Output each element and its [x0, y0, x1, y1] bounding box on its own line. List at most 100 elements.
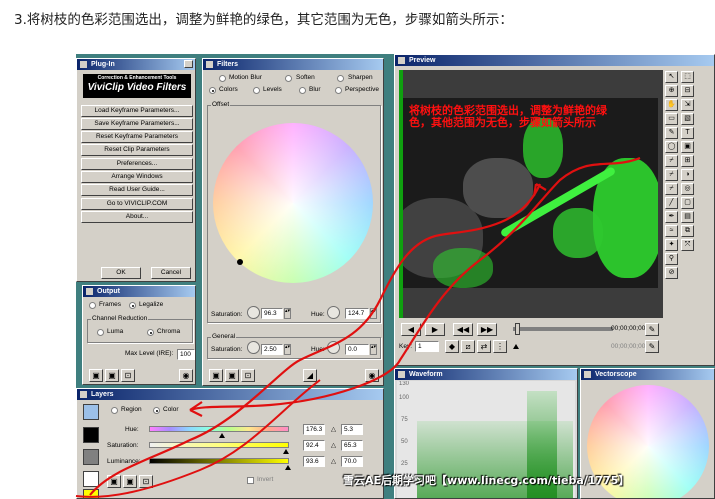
- tab-soften-radio[interactable]: [285, 75, 292, 82]
- paste-icon[interactable]: ⊡: [241, 369, 255, 382]
- legalize-tab[interactable]: Legalize: [139, 301, 163, 308]
- luminance-value-field[interactable]: 93.6: [303, 456, 325, 467]
- zoom-tool-icon[interactable]: ⊕: [665, 85, 678, 97]
- save-icon[interactable]: ▣: [209, 369, 223, 382]
- hue-slider[interactable]: [149, 426, 289, 432]
- tab-sharpen-radio[interactable]: [337, 75, 344, 82]
- layer-swatch-2[interactable]: [83, 427, 99, 443]
- about-button[interactable]: About...: [81, 211, 193, 223]
- chroma-radio[interactable]: [147, 329, 154, 336]
- tab-perspective-radio[interactable]: [335, 87, 342, 94]
- luminance-slider[interactable]: [149, 458, 289, 464]
- luminance-range-field[interactable]: 70.0: [341, 456, 363, 467]
- eyedropper-tool-icon[interactable]: ⌿: [665, 155, 678, 167]
- hue-spinner[interactable]: ▴▾: [370, 308, 377, 319]
- saturation-value-field[interactable]: 92.4: [303, 440, 325, 451]
- fill-tool-icon[interactable]: ▤: [681, 211, 694, 223]
- rewind-button[interactable]: ◀◀: [453, 323, 473, 336]
- play-button[interactable]: ▶: [425, 323, 445, 336]
- preview-viewer[interactable]: 将树枝的色彩范围选出，调整为鲜艳的绿色，其他范围为无色，步骤如箭头所示: [403, 98, 658, 288]
- brush-tool-icon[interactable]: ✎: [665, 127, 678, 139]
- key-select[interactable]: 1: [415, 341, 439, 352]
- tab-motion-blur-radio[interactable]: [219, 75, 226, 82]
- tab-perspective[interactable]: Perspective: [345, 86, 379, 93]
- paste-icon[interactable]: ⊡: [121, 369, 135, 382]
- paste-icon[interactable]: ⊡: [139, 475, 153, 488]
- general-hue-knob[interactable]: [327, 341, 340, 354]
- luminance-slider-handle[interactable]: [285, 465, 291, 470]
- general-hue-spinner[interactable]: ▴▾: [370, 344, 377, 355]
- invert-checkbox[interactable]: [247, 477, 254, 484]
- dodge-tool-icon[interactable]: ◑: [681, 169, 694, 181]
- saturation-slider[interactable]: [149, 442, 289, 448]
- tab-colors-radio[interactable]: [209, 87, 216, 94]
- hue-value-field[interactable]: 176.3: [303, 424, 325, 435]
- general-saturation-field[interactable]: 2.50: [261, 344, 283, 355]
- region-mode-radio[interactable]: [111, 407, 118, 414]
- open-icon[interactable]: ▣: [225, 369, 239, 382]
- eyedropper-minus-icon[interactable]: ⌿: [665, 183, 678, 195]
- select-tool-icon[interactable]: ⬚: [681, 71, 694, 83]
- open-icon[interactable]: ▣: [105, 369, 119, 382]
- keyframe-swap-icon[interactable]: ⇄: [477, 340, 491, 353]
- color-mode-label[interactable]: Color: [163, 406, 179, 413]
- general-hue-field[interactable]: 0.0: [345, 344, 369, 355]
- keyframe-add-icon[interactable]: ◆: [445, 340, 459, 353]
- open-icon[interactable]: ▣: [123, 475, 137, 488]
- wand-tool-icon[interactable]: ✦: [665, 239, 678, 251]
- eyedropper-plus-icon[interactable]: ⌿: [665, 169, 678, 181]
- saturation-knob[interactable]: [247, 306, 260, 319]
- color-mode-radio[interactable]: [153, 407, 160, 414]
- keyframe-marker[interactable]: [513, 344, 519, 349]
- eye-icon[interactable]: ◉: [179, 369, 193, 382]
- measure-tool-icon[interactable]: ⊘: [665, 267, 678, 279]
- arrow-tool-icon[interactable]: ↖: [665, 71, 678, 83]
- saturation-range-field[interactable]: 65.3: [341, 440, 363, 451]
- legalize-tab-radio[interactable]: [129, 302, 136, 309]
- transform-tool-icon[interactable]: ⤧: [681, 239, 694, 251]
- line-tool-icon[interactable]: ╱: [665, 197, 678, 209]
- ellipse-tool-icon[interactable]: ◎: [681, 183, 694, 195]
- curve-icon[interactable]: ◢: [303, 369, 317, 382]
- eye-icon[interactable]: ◉: [365, 369, 379, 382]
- hand-tool-icon[interactable]: ✋: [665, 99, 678, 111]
- frames-tab[interactable]: Frames: [99, 301, 121, 308]
- keyframe-link-icon[interactable]: ⧄: [461, 340, 475, 353]
- tab-colors[interactable]: Colors: [219, 86, 238, 93]
- saturation-field[interactable]: 96.3: [261, 308, 283, 319]
- text-tool-icon[interactable]: T: [681, 127, 694, 139]
- cancel-button[interactable]: Cancel: [151, 267, 191, 279]
- load-keyframe-button[interactable]: Load Keyframe Parameters...: [81, 105, 193, 117]
- layer-swatch-4[interactable]: [83, 471, 99, 487]
- eraser-tool-icon[interactable]: ▭: [665, 113, 678, 125]
- region-mode-label[interactable]: Region: [121, 406, 142, 413]
- luma-radio[interactable]: [97, 329, 104, 336]
- reset-keyframe-button[interactable]: Reset Keyframe Parameters: [81, 131, 193, 143]
- save-icon[interactable]: ▣: [107, 475, 121, 488]
- saturation-spinner[interactable]: ▴▾: [284, 308, 291, 319]
- tab-blur-radio[interactable]: [299, 87, 306, 94]
- layer-swatch-3[interactable]: [83, 449, 99, 465]
- tab-levels[interactable]: Levels: [263, 86, 282, 93]
- pencil-icon[interactable]: ✎: [645, 323, 659, 336]
- preferences-button[interactable]: Preferences...: [81, 158, 193, 170]
- mask-tool-icon[interactable]: ▣: [681, 141, 694, 153]
- close-icon[interactable]: [184, 60, 193, 68]
- hue-slider-handle[interactable]: [219, 433, 225, 438]
- save-keyframe-button[interactable]: Save Keyframe Parameters...: [81, 118, 193, 130]
- move-tool-icon[interactable]: ⇲: [681, 99, 694, 111]
- arrange-windows-button[interactable]: Arrange Windows: [81, 171, 193, 183]
- general-saturation-spinner[interactable]: ▴▾: [284, 344, 291, 355]
- hue-field[interactable]: 124.7: [345, 308, 369, 319]
- hue-range-field[interactable]: 5.3: [341, 424, 363, 435]
- website-button[interactable]: Go to VIVICLIP.COM: [81, 198, 193, 210]
- copy-tool-icon[interactable]: ⧉: [681, 225, 694, 237]
- prev-frame-button[interactable]: ◀: [401, 323, 421, 336]
- user-guide-button[interactable]: Read User Guide...: [81, 184, 193, 196]
- ok-button[interactable]: OK: [101, 267, 141, 279]
- rect-tool-icon[interactable]: ▢: [681, 197, 694, 209]
- crop-tool-icon[interactable]: ⊟: [681, 85, 694, 97]
- keyframe-menu-icon[interactable]: ⋮: [493, 340, 507, 353]
- tab-sharpen[interactable]: Sharpen: [348, 74, 373, 81]
- tab-soften[interactable]: Soften: [296, 74, 315, 81]
